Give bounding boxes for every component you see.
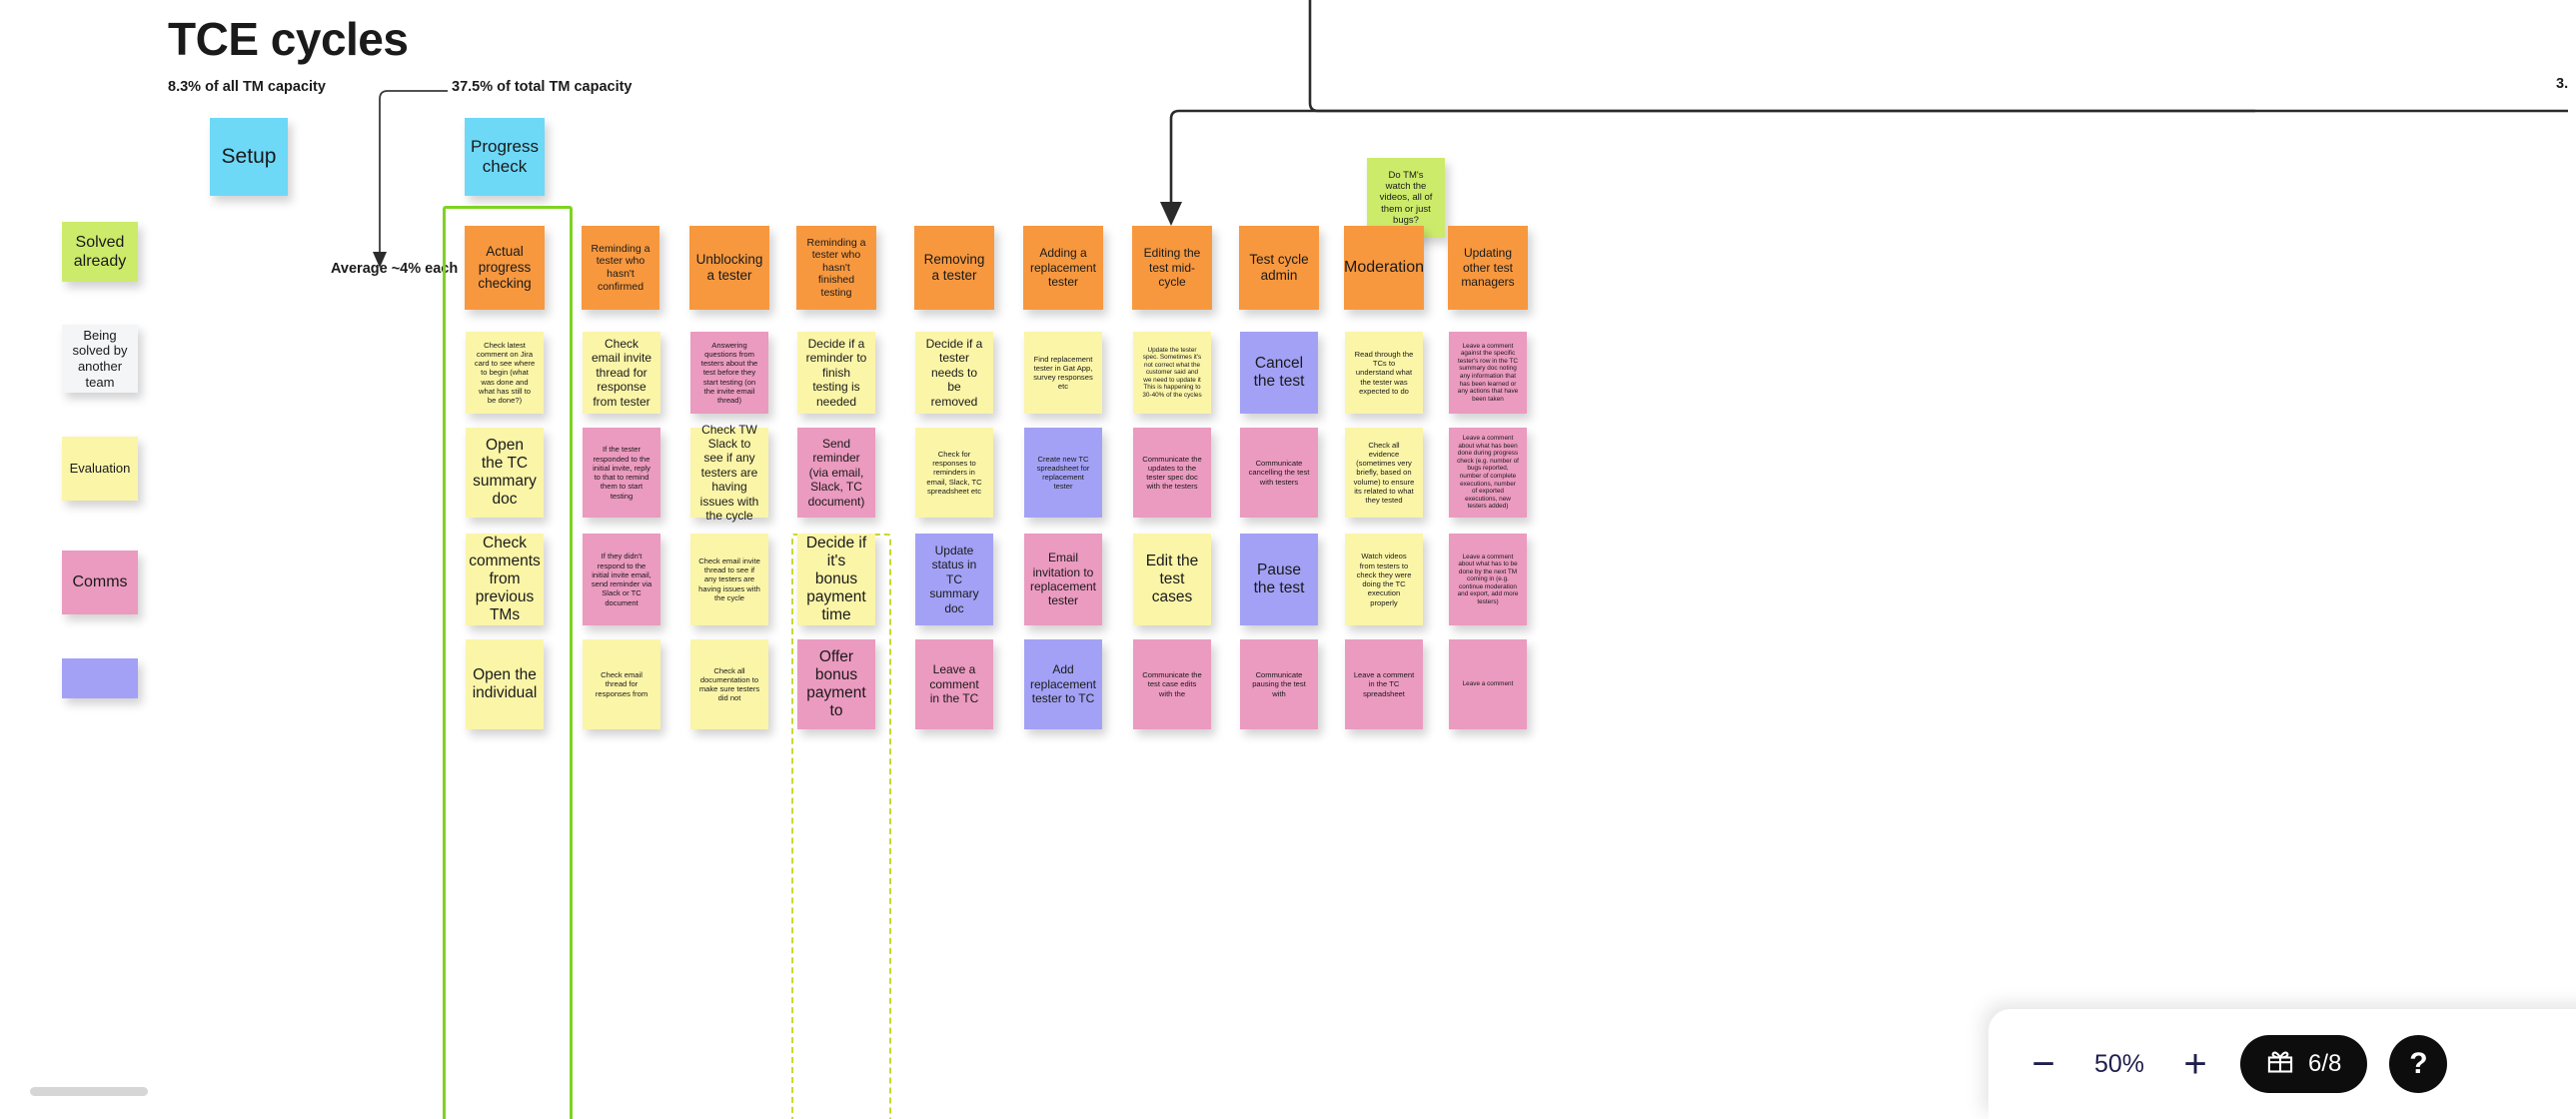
bottom-toolbar: − 50% + 6/8 ? — [1988, 1009, 2576, 1119]
card-c8-r2[interactable]: Communicate cancelling the test with tes… — [1240, 428, 1318, 518]
zoom-level-display: 50% — [2093, 1049, 2145, 1078]
card-c5-r2[interactable]: Check for responses to reminders in emai… — [915, 428, 993, 518]
card-c8-r4[interactable]: Communicate pausing the test with — [1240, 639, 1318, 729]
card-c2-r1[interactable]: Check email invite thread for response f… — [583, 332, 660, 414]
card-c4-r2[interactable]: Send reminder (via email, Slack, TC docu… — [797, 428, 875, 518]
annotation-setup-capacity: 8.3% of all TM capacity — [168, 79, 326, 95]
card-c5-r4[interactable]: Leave a comment in the TC — [915, 639, 993, 729]
column-header-9[interactable]: Moderation — [1344, 226, 1424, 310]
card-c2-r4[interactable]: Check email thread for responses from — [583, 639, 660, 729]
card-c1-r4[interactable]: Open the individual — [466, 639, 544, 729]
card-c8-r3[interactable]: Pause the test — [1240, 534, 1318, 625]
phase-note-progress-check[interactable]: Progress check — [465, 118, 545, 196]
board-canvas[interactable]: TCE cycles 8.3% of all TM capacity 37.5%… — [0, 0, 2576, 1119]
legend-item-solved-already[interactable]: Solved already — [62, 222, 138, 282]
card-c10-r2[interactable]: Leave a comment about what has been done… — [1449, 428, 1527, 518]
horizontal-scrollbar[interactable] — [30, 1087, 148, 1096]
annotation-right-partial: 3. — [2556, 76, 2569, 92]
card-c3-r2[interactable]: Check TW Slack to see if any testers are… — [690, 423, 768, 523]
card-c3-r1[interactable]: Answering questions from testers about t… — [690, 332, 768, 414]
card-c3-r4[interactable]: Check all documentation to make sure tes… — [690, 639, 768, 729]
column-header-4[interactable]: Reminding a tester who hasn't finished t… — [796, 226, 876, 310]
column-header-1[interactable]: Actual progress checking — [465, 226, 545, 310]
card-c7-r1[interactable]: Update the tester spec. Sometimes it's n… — [1133, 332, 1211, 414]
card-c3-r3[interactable]: Check email invite thread to see if any … — [690, 534, 768, 625]
column-header-8[interactable]: Test cycle admin — [1239, 226, 1319, 310]
card-c10-r4[interactable]: Leave a comment — [1449, 639, 1527, 729]
card-c4-r4[interactable]: Offer bonus payment to — [797, 639, 875, 729]
card-c9-r3[interactable]: Watch videos from testers to check they … — [1345, 534, 1423, 625]
card-c7-r3[interactable]: Edit the test cases — [1133, 534, 1211, 625]
card-c4-r1[interactable]: Decide if a reminder to finish testing i… — [797, 332, 875, 414]
annotation-average-each: Average ~4% each — [331, 261, 459, 277]
gift-icon — [2266, 1047, 2294, 1082]
gift-progress-button[interactable]: 6/8 — [2240, 1035, 2368, 1093]
help-button[interactable]: ? — [2389, 1035, 2448, 1093]
legend-item-comms[interactable]: Comms — [62, 551, 138, 614]
column-header-2[interactable]: Reminding a tester who hasn't confirmed — [582, 226, 659, 310]
card-c1-r1[interactable]: Check latest comment on Jira card to see… — [466, 332, 544, 414]
card-c8-r1[interactable]: Cancel the test — [1240, 332, 1318, 414]
card-c1-r3[interactable]: Check comments from previous TMs — [466, 534, 544, 625]
column-header-3[interactable]: Unblocking a tester — [689, 226, 769, 310]
phase-note-setup[interactable]: Setup — [210, 118, 288, 196]
card-c6-r3[interactable]: Email invitation to replacement tester — [1024, 534, 1102, 625]
card-c6-r4[interactable]: Add replacement tester to TC — [1024, 639, 1102, 729]
card-c1-r2[interactable]: Open the TC summary doc — [466, 428, 544, 518]
card-c9-r1[interactable]: Read through the TCs to understand what … — [1345, 332, 1423, 414]
legend-item-purple[interactable] — [62, 658, 138, 698]
column-header-6[interactable]: Adding a replacement tester — [1023, 226, 1103, 310]
card-c9-r2[interactable]: Check all evidence (sometimes very brief… — [1345, 428, 1423, 518]
zoom-out-button[interactable]: − — [2022, 1043, 2064, 1085]
card-c4-r3[interactable]: Decide if it's bonus payment time — [797, 534, 875, 625]
card-c2-r2[interactable]: If the tester responded to the initial i… — [583, 428, 660, 518]
card-c9-r4[interactable]: Leave a comment in the TC spreadsheet — [1345, 639, 1423, 729]
card-c7-r2[interactable]: Communicate the updates to the tester sp… — [1133, 428, 1211, 518]
column-header-10[interactable]: Updating other test managers — [1448, 226, 1528, 310]
card-c6-r2[interactable]: Create new TC spreadsheet for replacemen… — [1024, 428, 1102, 518]
legend-item-evaluation[interactable]: Evaluation — [62, 437, 138, 501]
card-c10-r3[interactable]: Leave a comment about what has to be don… — [1449, 534, 1527, 625]
legend-item-being-solved-by-another-team[interactable]: Being solved by another team — [62, 325, 138, 393]
card-c2-r3[interactable]: If they didn't respond to the initial in… — [583, 534, 660, 625]
card-c6-r1[interactable]: Find replacement tester in Gat App, surv… — [1024, 332, 1102, 414]
annotation-progress-capacity: 37.5% of total TM capacity — [452, 79, 633, 95]
card-c7-r4[interactable]: Communicate the test case edits with the — [1133, 639, 1211, 729]
card-c10-r1[interactable]: Leave a comment against the specific tes… — [1449, 332, 1527, 414]
zoom-in-button[interactable]: + — [2174, 1043, 2216, 1085]
column-header-5[interactable]: Removing a tester — [914, 226, 994, 310]
gift-count-label: 6/8 — [2308, 1050, 2342, 1077]
card-c5-r3[interactable]: Update status in TC summary doc — [915, 534, 993, 625]
card-c5-r1[interactable]: Decide if a tester needs to be removed — [915, 332, 993, 414]
column-header-7[interactable]: Editing the test mid-cycle — [1132, 226, 1212, 310]
page-title: TCE cycles — [168, 13, 409, 65]
